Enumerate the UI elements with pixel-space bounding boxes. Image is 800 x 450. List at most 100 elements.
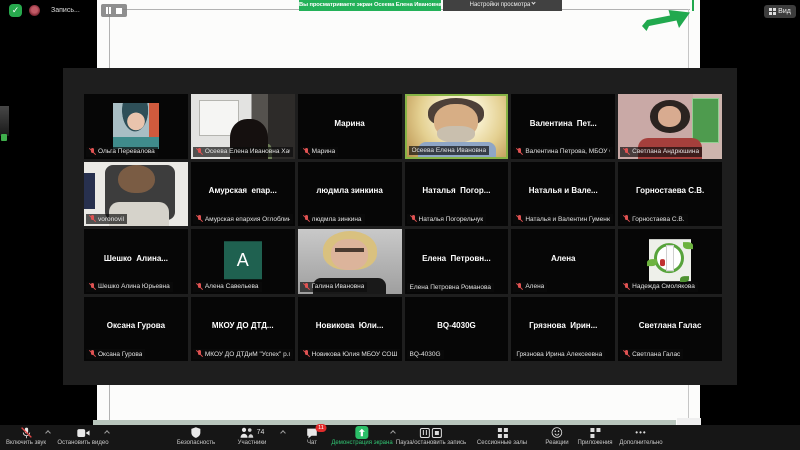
muted-mic-icon [623, 283, 630, 291]
muted-mic-icon [303, 215, 310, 223]
participant-name-label: Амурская епархия Оглоблина ... [193, 214, 293, 224]
breakout-rooms-icon [497, 428, 501, 432]
unmute-button[interactable]: Включить звук [6, 426, 46, 446]
participant-tile[interactable]: А Алена Савельева [191, 229, 295, 294]
muted-mic-icon [89, 350, 96, 358]
letter-avatar: А [224, 241, 262, 279]
view-button-label: Вид [778, 8, 791, 15]
participant-name-label: BQ-4030G [407, 350, 444, 359]
participant-name-label: Светлана Галас [620, 349, 683, 359]
desktop-icon [1, 134, 7, 141]
muted-mic-icon [196, 283, 203, 291]
participant-name-label: Новикова Юлия МБОУ СОШ п... [300, 349, 400, 359]
muted-mic-icon [19, 426, 32, 439]
zoom-meeting-window: ✓ Запись... Вы просматриваете экран Осее… [0, 0, 800, 450]
participant-name-label: Горностаева С.В. [620, 214, 687, 224]
participant-name-label: Галина Ивановна [300, 282, 368, 292]
participant-tile[interactable]: людмла зинкина людмла зинкина [298, 162, 402, 227]
recording-controls[interactable] [101, 4, 127, 17]
participants-grid: Ольга Перевалова Осеева Елена Ивановна Х… [84, 94, 722, 361]
chevron-down-icon [532, 0, 536, 4]
chevron-up-icon[interactable] [280, 430, 286, 436]
participant-name-label: Валентина Петрова, МБОУ СО... [513, 147, 613, 157]
participant-name-label: Надежда Смолякова [620, 282, 698, 292]
participants-gallery-panel[interactable]: Ольга Перевалова Осеева Елена Ивановна Х… [63, 68, 737, 385]
muted-mic-icon [89, 148, 96, 156]
participant-name-label: Наталья Погорельчук [407, 214, 487, 224]
participant-tile[interactable]: Алена Алена [511, 229, 615, 294]
muted-mic-icon [89, 215, 96, 223]
muted-mic-icon [623, 350, 630, 358]
participant-tile[interactable]: Ольга Перевалова [84, 94, 188, 159]
recording-indicator-icon [29, 5, 40, 16]
participant-name-label: Светлана Андрюшина [620, 147, 702, 157]
participant-tile[interactable]: Галина Ивановна [298, 229, 402, 294]
muted-mic-icon [623, 215, 630, 223]
participants-count: 74 [257, 429, 265, 436]
participant-tile[interactable]: Грязнова Ирин... Грязнова Ирина Алексеев… [511, 297, 615, 362]
view-settings-button[interactable]: Настройки просмотра [443, 0, 562, 11]
participant-name-label: Осеева Елена Ивановна [409, 146, 490, 155]
participant-tile[interactable]: Светлана Андрюшина [618, 94, 722, 159]
participant-tile[interactable]: Шешко Алина... Шешко Алина Юрьевна [84, 229, 188, 294]
participant-tile[interactable]: Елена Петровн... Елена Петровна Романова [405, 229, 509, 294]
participants-button[interactable]: 74 Участники [238, 426, 267, 446]
participant-tile[interactable]: Осеева Елена Ивановна Хаба... [191, 94, 295, 159]
participant-tile[interactable]: Оксана Гурова Оксана Гурова [84, 297, 188, 362]
participant-tile[interactable]: Валентина Пет... Валентина Петрова, МБОУ… [511, 94, 615, 159]
participant-name-label: Алена [513, 282, 547, 292]
muted-mic-icon [623, 148, 630, 156]
chevron-up-icon[interactable] [45, 430, 51, 436]
camera-icon [76, 426, 90, 439]
participants-icon [240, 426, 254, 439]
apps-icon [590, 428, 594, 432]
participant-tile[interactable]: voronovil [84, 162, 188, 227]
participant-tile[interactable]: BQ-4030G BQ-4030G [405, 297, 509, 362]
pause-stop-recording-button[interactable]: Пауза/остановить запись [396, 426, 466, 446]
participant-tile[interactable]: Новикова Юли... Новикова Юлия МБОУ СОШ п… [298, 297, 402, 362]
more-button[interactable]: ••• Дополнительно [619, 426, 662, 446]
participant-tile[interactable]: Наталья и Вале... Наталья и Валентин Гум… [511, 162, 615, 227]
participant-name-label: МКОУ ДО ДТДиМ "Успех" р.п. ... [193, 349, 293, 359]
participant-name-label: Грязнова Ирина Алексеевна [513, 350, 605, 359]
logo-avatar [649, 239, 691, 281]
share-screen-button[interactable]: Демонстрация экрана [331, 426, 392, 446]
security-shield-icon: ✓ [9, 4, 22, 17]
muted-mic-icon [196, 215, 203, 223]
participant-tile[interactable]: Надежда Смолякова [618, 229, 722, 294]
muted-mic-icon [303, 283, 310, 291]
participant-tile[interactable]: Амурская епар... Амурская епархия Оглобл… [191, 162, 295, 227]
muted-mic-icon [410, 215, 417, 223]
breakout-rooms-button[interactable]: Сессионные залы [477, 426, 527, 446]
recording-strip: ✓ Запись... [0, 0, 97, 25]
chat-button[interactable]: 11 Чат [306, 426, 319, 446]
participant-name-label: людмла зинкина [300, 214, 365, 224]
shared-screen-fragment [677, 418, 701, 425]
participant-name-label: Шешко Алина Юрьевна [86, 282, 173, 292]
participant-tile[interactable]: Светлана Галас Светлана Галас [618, 297, 722, 362]
stop-recording-icon[interactable] [116, 8, 122, 14]
muted-mic-icon [303, 148, 310, 156]
participant-tile[interactable]: Марина Марина [298, 94, 402, 159]
muted-mic-icon [196, 148, 203, 156]
view-button[interactable]: Вид [764, 5, 796, 18]
participant-name-label: Марина [300, 147, 339, 157]
apps-button[interactable]: Приложения [577, 426, 612, 446]
participant-tile[interactable]: Наталья Погор... Наталья Погорельчук [405, 162, 509, 227]
screen-share-banner: Вы просматриваете экран Осеева Елена Ива… [299, 0, 441, 11]
desktop-edge-fragment [0, 106, 9, 136]
pause-recording-icon[interactable] [106, 7, 111, 14]
reactions-button[interactable]: Реакции [545, 426, 568, 446]
chat-badge: 11 [316, 424, 327, 432]
participant-name-label: Елена Петровна Романова [407, 283, 494, 292]
security-button[interactable]: Безопасность [177, 426, 215, 446]
participant-tile[interactable]: МКОУ ДО ДТД... МКОУ ДО ДТДиМ "Успех" р.п… [191, 297, 295, 362]
muted-mic-icon [303, 350, 310, 358]
meeting-toolbar: Включить звук Остановить видео Безопасно… [0, 425, 800, 450]
stop-video-button[interactable]: Остановить видео [57, 426, 108, 446]
gallery-view-icon [769, 8, 772, 11]
participant-tile[interactable]: Горностаева С.В. Горностаева С.В. [618, 162, 722, 227]
participant-name-label: voronovil [86, 214, 127, 224]
muted-mic-icon [516, 148, 523, 156]
active-speaker-tile[interactable]: Осеева Елена Ивановна [405, 94, 509, 159]
